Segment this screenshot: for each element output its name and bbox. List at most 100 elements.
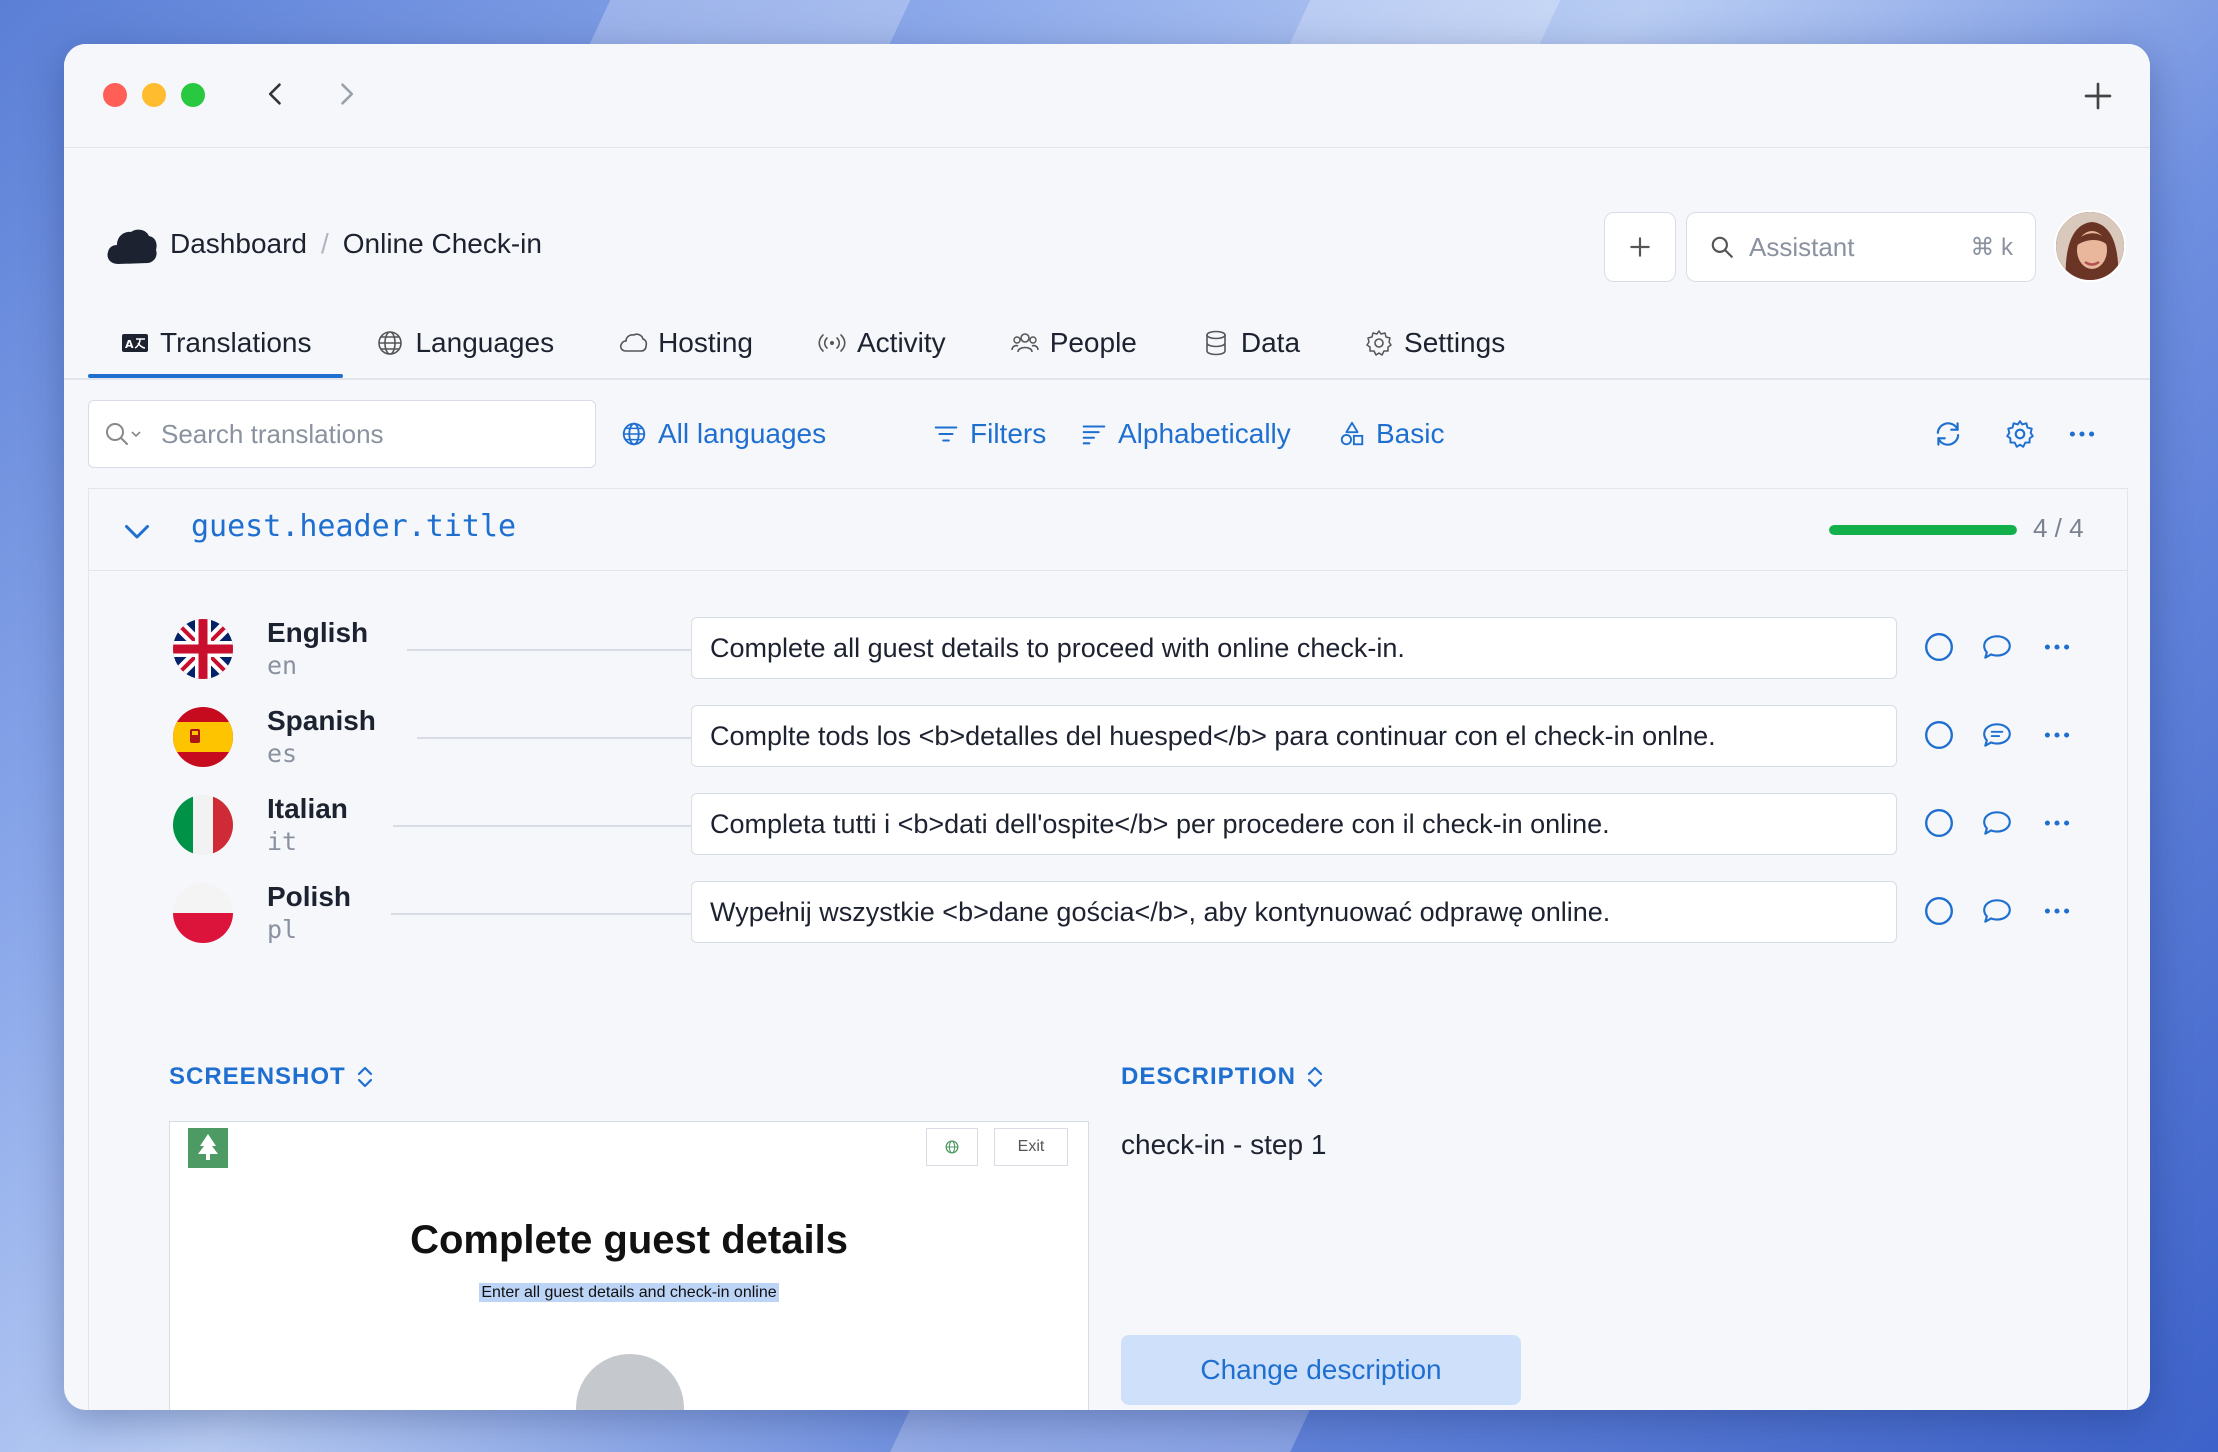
filters-label: Filters (970, 418, 1047, 449)
chevron-down-icon[interactable] (119, 513, 155, 549)
comment-icon (1983, 635, 2011, 659)
tab-label: Activity (857, 327, 946, 358)
main-tabs: A Translations Languages Hosting Activit… (88, 308, 1537, 378)
tab-translations[interactable]: A Translations (88, 308, 344, 378)
comment-icon (1983, 811, 2011, 835)
tab-data[interactable]: Data (1169, 308, 1332, 378)
refresh-icon (1936, 422, 1960, 446)
comments-button[interactable] (1979, 805, 2015, 841)
row-more-button[interactable] (2039, 805, 2075, 841)
tab-languages[interactable]: Languages (343, 308, 586, 378)
avatar[interactable] (2054, 210, 2126, 282)
description-section-toggle[interactable]: DESCRIPTION (1121, 1063, 1326, 1091)
breadcrumb: Dashboard / Online Check-in (170, 228, 542, 260)
translation-input[interactable]: Complete all guest details to proceed wi… (691, 617, 1897, 679)
settings-button[interactable] (2000, 414, 2040, 454)
translation-progress-bar (1829, 525, 2017, 535)
add-button[interactable] (1604, 212, 1676, 282)
preview-subtitle: Enter all guest details and check-in onl… (479, 1283, 779, 1302)
title-bar (64, 44, 2150, 148)
search-icon (1711, 236, 1733, 258)
key-header[interactable]: guest.header.title 4 / 4 (89, 489, 2127, 571)
comments-button[interactable] (1979, 717, 2015, 753)
breadcrumb-current: Online Check-in (342, 228, 542, 259)
tabs-divider (64, 378, 2150, 380)
row-more-button[interactable] (2039, 717, 2075, 753)
forward-button[interactable] (326, 74, 366, 114)
minimize-window-button[interactable] (142, 83, 166, 107)
tab-label: Data (1240, 327, 1301, 358)
back-button[interactable] (256, 74, 296, 114)
progress-count: 4 / 4 (2033, 513, 2084, 543)
search-translations-input[interactable]: Search translations (88, 400, 596, 468)
row-connector (417, 737, 691, 739)
language-code: it (267, 827, 298, 856)
translate-icon: A (122, 334, 148, 352)
translation-input[interactable]: Complte tods los <b>detalles del huesped… (691, 705, 1897, 767)
filters-button[interactable]: Filters (932, 410, 1046, 458)
state-toggle[interactable] (1921, 629, 1957, 665)
translation-row-pl: Polish pl Wypełnij wszystkie <b>dane goś… (89, 879, 2127, 949)
row-more-button[interactable] (2039, 629, 2075, 665)
translation-input[interactable]: Wypełnij wszystkie <b>dane gościa</b>, a… (691, 881, 1897, 943)
tab-people[interactable]: People (978, 308, 1169, 378)
translation-input[interactable]: Completa tutti i <b>dati dell'ospite</b>… (691, 793, 1897, 855)
tab-label: Translations (160, 327, 312, 358)
state-toggle[interactable] (1921, 805, 1957, 841)
comments-button[interactable] (1979, 893, 2015, 929)
language-code: pl (267, 915, 298, 944)
tab-hosting[interactable]: Hosting (586, 308, 785, 378)
cloud-logo-icon (107, 229, 157, 264)
tab-settings[interactable]: Settings (1332, 308, 1537, 378)
shapes-icon (1340, 421, 1364, 446)
assistant-search[interactable]: Assistant ⌘ k (1686, 212, 2036, 282)
search-icon (106, 423, 141, 445)
screenshot-label: SCREENSHOT (169, 1063, 346, 1090)
uk-flag-icon (173, 619, 233, 679)
circle-icon (1925, 721, 1953, 749)
row-connector (391, 913, 691, 915)
tab-label: Settings (1404, 327, 1506, 358)
sort-label: Alphabetically (1118, 418, 1291, 449)
chevron-left-icon (268, 83, 281, 105)
tab-label: People (1049, 327, 1137, 358)
description-text: check-in - step 1 (1121, 1129, 1327, 1160)
app-header: Dashboard / Online Check-in Assistant ⌘ … (64, 148, 2150, 378)
more-options-button[interactable] (2062, 414, 2102, 454)
user-avatar-icon (2056, 212, 2124, 280)
app-window: Dashboard / Online Check-in Assistant ⌘ … (64, 44, 2150, 1410)
preview-globe-button (926, 1128, 978, 1166)
row-more-button[interactable] (2039, 893, 2075, 929)
screenshot-section-toggle[interactable]: SCREENSHOT (169, 1063, 376, 1091)
comments-button[interactable] (1979, 629, 2015, 665)
zoom-window-button[interactable] (181, 83, 205, 107)
refresh-button[interactable] (1928, 414, 1968, 454)
circle-icon (1925, 897, 1953, 925)
circle-icon (1925, 809, 1953, 837)
screenshot-preview[interactable]: Exit Complete guest details Enter all gu… (169, 1121, 1089, 1410)
all-languages-button[interactable]: All languages (620, 410, 826, 458)
row-connector (393, 825, 691, 827)
close-window-button[interactable] (103, 83, 127, 107)
comment-text-icon (1983, 723, 2011, 747)
breadcrumb-dashboard[interactable]: Dashboard (170, 228, 307, 260)
assistant-placeholder: Assistant (1749, 231, 1855, 262)
more-horizontal-icon (2044, 644, 2070, 650)
view-mode-button[interactable]: Basic (1338, 410, 1444, 458)
description-label: DESCRIPTION (1121, 1063, 1297, 1090)
more-horizontal-icon (2044, 732, 2070, 738)
sort-button[interactable]: Alphabetically (1080, 410, 1291, 458)
cloud-icon (620, 333, 648, 352)
chevron-up-down-icon (1307, 1066, 1323, 1088)
gear-icon (2006, 420, 2034, 448)
new-tab-button[interactable] (2076, 74, 2120, 118)
comment-icon (1983, 899, 2011, 923)
tab-activity[interactable]: Activity (785, 308, 978, 378)
change-description-button[interactable]: Change description (1121, 1335, 1521, 1405)
progress-fill (1829, 525, 2017, 535)
key-name[interactable]: guest.header.title (191, 509, 516, 544)
state-toggle[interactable] (1921, 717, 1957, 753)
more-horizontal-icon (2044, 820, 2070, 826)
globe-icon (622, 422, 646, 446)
state-toggle[interactable] (1921, 893, 1957, 929)
